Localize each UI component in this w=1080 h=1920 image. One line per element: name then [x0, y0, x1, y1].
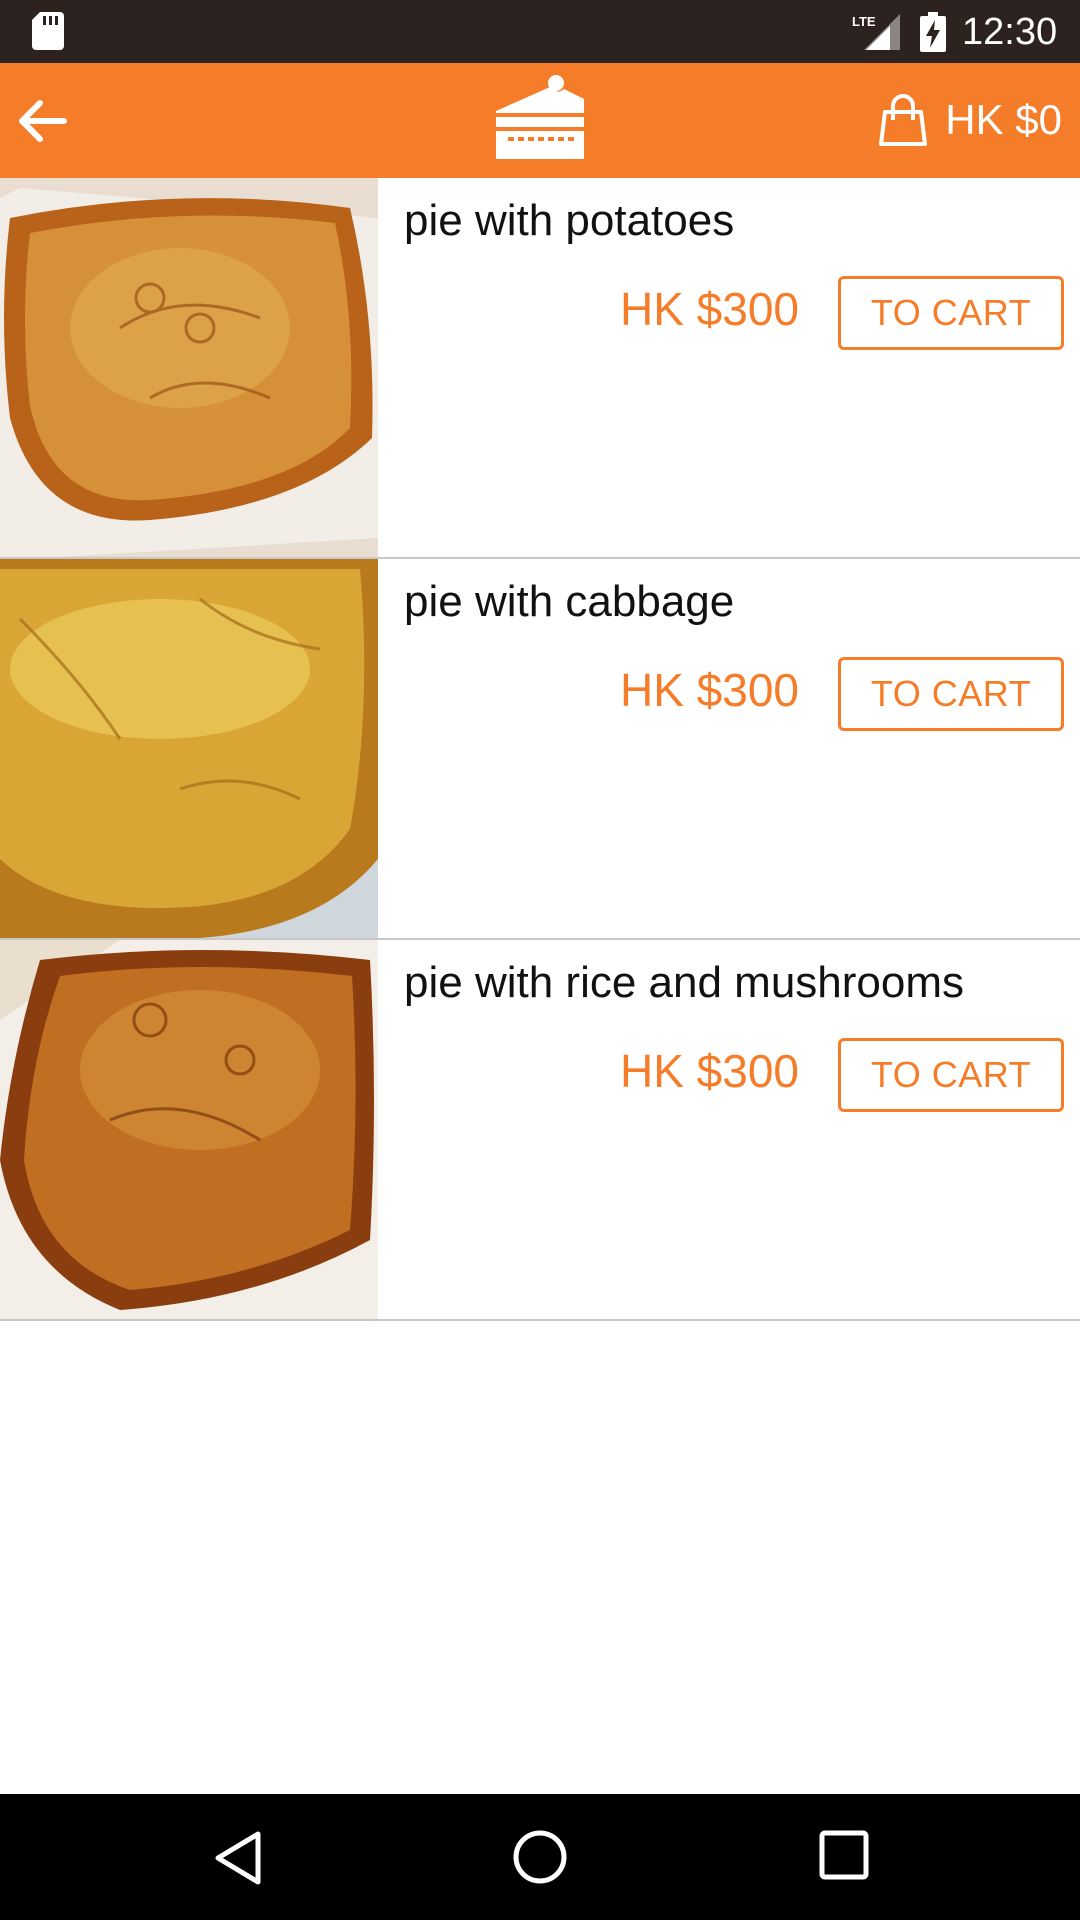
- to-cart-button[interactable]: TO CART: [838, 276, 1064, 350]
- status-bar: LTE 12:30: [0, 0, 1080, 63]
- product-row[interactable]: pie with potatoes HK $300 TO CART: [0, 178, 1080, 559]
- back-arrow-icon[interactable]: [14, 91, 70, 151]
- pie-photo: [0, 559, 378, 938]
- product-name: pie with rice and mushrooms: [404, 958, 965, 1007]
- battery-charging-icon: [920, 12, 946, 52]
- pie-photo: [0, 940, 378, 1319]
- app-toolbar: HK $0: [0, 63, 1080, 178]
- product-name: pie with potatoes: [404, 196, 735, 245]
- product-row[interactable]: pie with cabbage HK $300 TO CART: [0, 559, 1080, 940]
- cake-slice-icon: [496, 75, 584, 159]
- product-price: HK $300: [620, 1045, 800, 1097]
- nav-back-icon[interactable]: [210, 1828, 266, 1888]
- to-cart-button[interactable]: TO CART: [838, 657, 1064, 731]
- shopping-bag-icon: [879, 94, 928, 146]
- product-price: HK $300: [620, 283, 800, 335]
- pie-photo: [0, 178, 378, 557]
- cart-button[interactable]: HK $0: [879, 83, 1062, 157]
- lte-signal-icon: LTE: [852, 14, 900, 50]
- sd-card-icon: [32, 12, 64, 50]
- product-price: HK $300: [620, 664, 800, 716]
- product-image: [0, 940, 378, 1319]
- nav-home-icon[interactable]: [510, 1827, 570, 1887]
- system-nav-bar: [0, 1794, 1080, 1920]
- product-list: pie with potatoes HK $300 TO CART pie wi…: [0, 178, 1080, 1321]
- status-time: 12:30: [962, 11, 1058, 53]
- product-image: [0, 178, 378, 557]
- product-row[interactable]: pie with rice and mushrooms HK $300 TO C…: [0, 940, 1080, 1321]
- product-image: [0, 559, 378, 938]
- cart-total: HK $0: [945, 96, 1062, 143]
- to-cart-button[interactable]: TO CART: [838, 1038, 1064, 1112]
- svg-text:LTE: LTE: [852, 14, 876, 29]
- product-name: pie with cabbage: [404, 577, 735, 626]
- nav-recent-icon[interactable]: [818, 1829, 870, 1881]
